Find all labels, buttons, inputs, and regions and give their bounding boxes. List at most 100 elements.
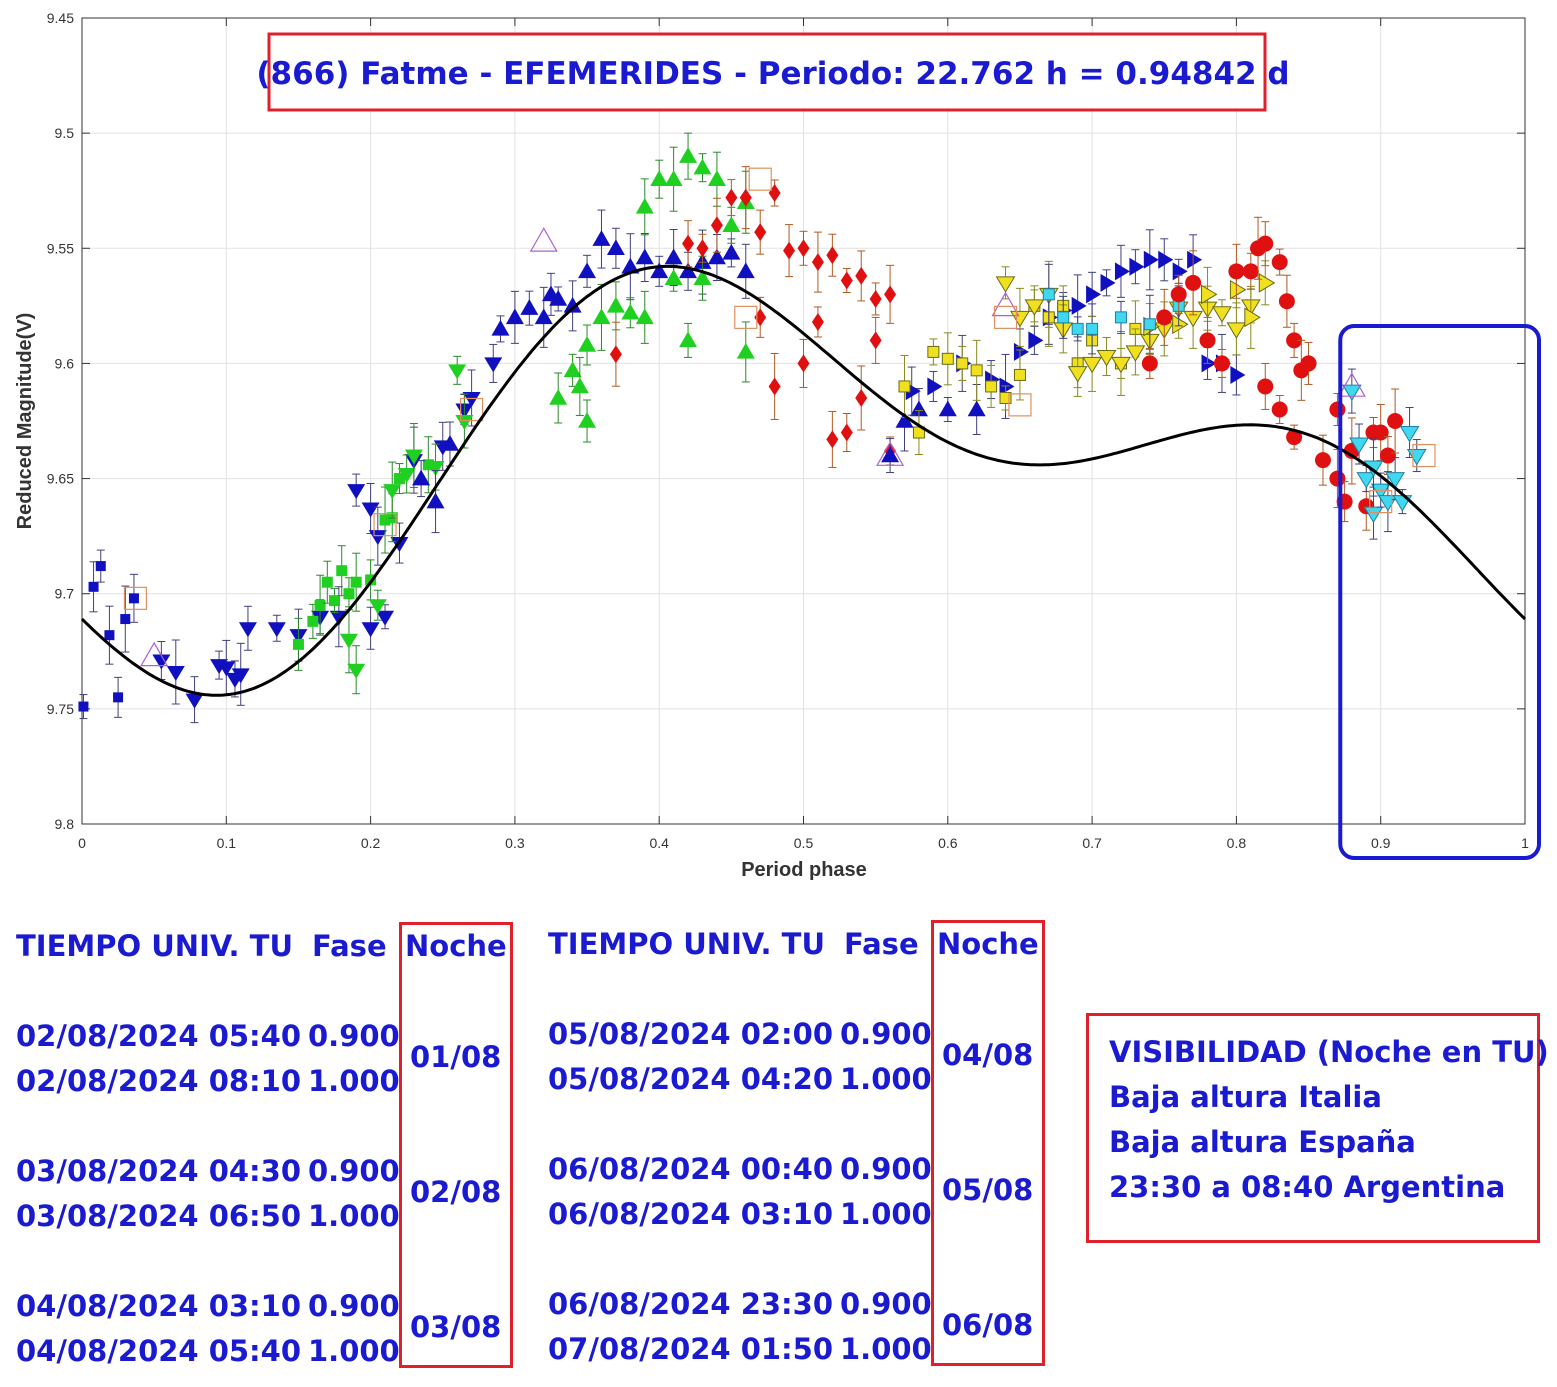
data-point — [166, 639, 185, 705]
data-point — [650, 255, 669, 287]
data-point — [985, 360, 1001, 400]
marker — [956, 357, 969, 370]
light-curve-chart: 0 0.1 0.2 0.3 0.4 0.5 0.6 0.7 0.8 0.9 1 9.45 9.5 9.55… — [14, 10, 1542, 881]
data-point — [783, 224, 796, 278]
marker — [970, 364, 983, 377]
marker — [1201, 284, 1218, 305]
marker — [1185, 274, 1202, 291]
data-point — [120, 585, 131, 653]
marker — [606, 296, 625, 313]
marker — [736, 262, 755, 279]
data-point — [448, 355, 467, 385]
marker — [995, 276, 1016, 293]
marker — [993, 305, 1018, 329]
data-point — [941, 332, 954, 386]
table2-night-value: 04/08 — [942, 1038, 1034, 1072]
data-point — [578, 399, 597, 443]
marker — [826, 246, 839, 265]
data-point — [1158, 238, 1174, 282]
marker — [1086, 285, 1102, 304]
table1-row-phase: 1.000 — [308, 1199, 400, 1233]
y-tick-label: 9.5 — [55, 125, 75, 141]
table1-row-time: 02/08/2024 08:10 — [16, 1064, 302, 1098]
marker — [1363, 506, 1384, 524]
marker — [592, 308, 611, 325]
data-point — [1024, 285, 1045, 327]
x-tick-label: 1 — [1521, 835, 1529, 851]
data-point — [797, 338, 810, 388]
marker — [267, 622, 286, 638]
data-point — [1010, 287, 1030, 347]
marker — [1013, 368, 1026, 381]
marker — [1258, 272, 1276, 293]
marker — [1156, 309, 1173, 326]
marker — [664, 248, 683, 265]
data-point — [650, 159, 669, 199]
data-point — [898, 354, 911, 418]
marker — [578, 262, 597, 279]
data-point — [927, 338, 940, 366]
marker — [707, 170, 726, 186]
x-tick-label: 0.1 — [217, 835, 237, 851]
marker — [754, 223, 767, 242]
marker — [329, 595, 341, 607]
data-point — [104, 605, 115, 665]
marker — [350, 576, 362, 588]
data-point — [1278, 274, 1295, 328]
data-point — [592, 209, 611, 269]
marker — [855, 266, 868, 285]
marker — [679, 147, 698, 163]
table1-night-value: 02/08 — [410, 1175, 502, 1209]
marker — [1228, 263, 1245, 280]
marker — [1013, 342, 1029, 361]
marker — [1057, 311, 1070, 324]
marker — [1143, 250, 1159, 269]
data-point — [679, 132, 698, 180]
marker — [1213, 355, 1230, 372]
table1-row-time: 02/08/2024 05:40 — [16, 1019, 302, 1053]
marker — [811, 253, 824, 272]
marker — [1226, 322, 1247, 339]
data-point — [78, 694, 89, 720]
marker — [314, 599, 326, 611]
data-point — [754, 209, 767, 255]
marker — [609, 345, 622, 364]
data-point — [855, 250, 868, 302]
marker — [347, 663, 366, 679]
table2-row-phase: 0.900 — [840, 1152, 932, 1186]
marker — [578, 336, 597, 352]
table1-row-phase: 1.000 — [308, 1334, 400, 1368]
data-point — [1242, 252, 1259, 290]
table2-row-time: 05/08/2024 04:20 — [548, 1062, 834, 1096]
marker — [693, 158, 712, 175]
grid-lines — [81, 17, 1526, 825]
visibility-line: Baja altura España — [1109, 1125, 1416, 1159]
marker — [811, 312, 824, 331]
data-point — [1096, 337, 1117, 377]
marker — [570, 377, 589, 394]
table1-header-night: Noche — [405, 929, 507, 963]
table2-row-phase: 0.900 — [840, 1287, 932, 1321]
marker — [549, 388, 568, 405]
marker — [826, 430, 839, 449]
marker — [347, 484, 366, 500]
data-point — [1013, 328, 1029, 376]
data-point — [621, 233, 640, 301]
marker — [534, 308, 553, 325]
marker — [1271, 254, 1288, 271]
data-point — [840, 413, 853, 453]
marker — [884, 285, 897, 304]
marker — [1141, 355, 1158, 372]
data-point — [1230, 354, 1246, 396]
marker — [696, 239, 709, 258]
data-point — [113, 676, 124, 718]
marker — [783, 241, 796, 260]
marker — [368, 530, 387, 546]
table2-night-value: 06/08 — [942, 1308, 1034, 1342]
axis-ticks: 0 0.1 0.2 0.3 0.4 0.5 0.6 0.7 0.8 0.9 1 9.45 9.5 9.55… — [47, 10, 1529, 851]
table1-header-time: TIEMPO UNIV. TU — [16, 929, 294, 963]
visibility-line: Baja altura Italia — [1109, 1080, 1382, 1114]
marker — [361, 622, 380, 638]
marker — [343, 588, 355, 600]
data-point — [664, 264, 683, 292]
